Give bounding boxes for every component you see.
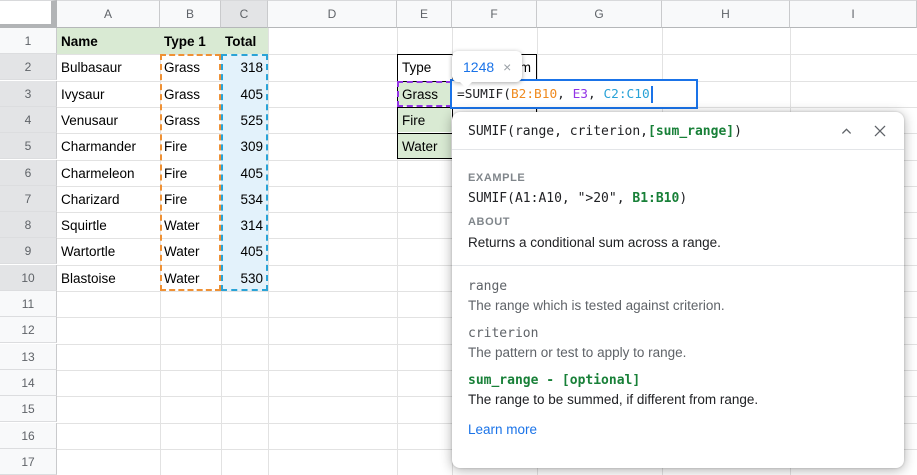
param-name: criterion bbox=[468, 326, 888, 341]
cell-E2[interactable]: Type bbox=[398, 55, 451, 79]
row-header-9[interactable]: 9 bbox=[0, 238, 57, 264]
cell-A5[interactable]: Charmander bbox=[57, 133, 160, 159]
cell-A1[interactable]: Name bbox=[57, 28, 160, 54]
about-text: Returns a conditional sum across a range… bbox=[468, 235, 888, 250]
param-criterion: criterion The pattern or test to apply t… bbox=[468, 326, 888, 360]
signature-optional-arg: [sum_range] bbox=[648, 124, 734, 139]
cell-A7[interactable]: Charizard bbox=[57, 186, 160, 212]
row-header-15[interactable]: 15 bbox=[0, 396, 57, 422]
row-header-3[interactable]: 3 bbox=[0, 81, 57, 107]
param-sum-range: sum_range - [optional] The range to be s… bbox=[468, 373, 888, 407]
cell-C1[interactable]: Total bbox=[221, 28, 268, 54]
cell-E5[interactable]: Water bbox=[398, 134, 451, 158]
sum-range-outline-C2-C10 bbox=[221, 54, 268, 291]
collapse-button[interactable] bbox=[839, 124, 854, 139]
column-header-F[interactable]: F bbox=[452, 0, 537, 28]
formula-editor[interactable]: =SUMIF(B2:B10, E3, C2:C10 bbox=[450, 79, 698, 109]
criteria-range-outline-B2-B10 bbox=[160, 54, 221, 291]
column-header-A[interactable]: A bbox=[57, 0, 160, 28]
function-help-popup: SUMIF(range, criterion, [sum_range]) EXA… bbox=[452, 112, 904, 468]
column-header-B[interactable]: B bbox=[160, 0, 221, 28]
row-header-14[interactable]: 14 bbox=[0, 370, 57, 396]
row-header-16[interactable]: 16 bbox=[0, 423, 57, 449]
chevron-up-icon bbox=[839, 124, 854, 139]
formula-segment: , bbox=[588, 87, 603, 102]
example-highlight: B1:B10 bbox=[632, 191, 679, 206]
row-header-4[interactable]: 4 bbox=[0, 107, 57, 133]
cell-A9[interactable]: Wartortle bbox=[57, 238, 160, 264]
cell-A3[interactable]: Ivysaur bbox=[57, 81, 160, 107]
cell-A2[interactable]: Bulbasaur bbox=[57, 54, 160, 80]
param-desc: The pattern or test to apply to range. bbox=[468, 345, 888, 360]
row-header-12[interactable]: 12 bbox=[0, 317, 57, 343]
row-header-6[interactable]: 6 bbox=[0, 160, 57, 186]
row-header-5[interactable]: 5 bbox=[0, 133, 57, 159]
row-header-7[interactable]: 7 bbox=[0, 186, 57, 212]
column-header-D[interactable]: D bbox=[268, 0, 397, 28]
column-header-C[interactable]: C bbox=[221, 0, 268, 28]
row-header-17[interactable]: 17 bbox=[0, 449, 57, 475]
formula-segment: , bbox=[557, 87, 572, 102]
formula-result-tooltip: 1248 × bbox=[452, 51, 522, 82]
param-name: sum_range - [optional] bbox=[468, 373, 888, 388]
cell-A6[interactable]: Charmeleon bbox=[57, 160, 160, 186]
param-desc: The range which is tested against criter… bbox=[468, 298, 888, 313]
close-icon bbox=[872, 123, 888, 139]
column-header-G[interactable]: G bbox=[537, 0, 662, 28]
function-signature: SUMIF(range, criterion, [sum_range]) bbox=[452, 112, 904, 150]
gridline-vertical bbox=[268, 28, 269, 475]
spreadsheet: ABCDEFGHI1234567891011121314151617NameTy… bbox=[0, 0, 917, 475]
formula-segment: E3 bbox=[573, 87, 588, 102]
close-button[interactable] bbox=[872, 123, 888, 139]
param-name: range bbox=[468, 279, 888, 294]
formula-segment: C2:C10 bbox=[603, 87, 649, 102]
row-header-13[interactable]: 13 bbox=[0, 344, 57, 370]
cell-E4[interactable]: Fire bbox=[398, 108, 451, 132]
example-label: EXAMPLE bbox=[468, 172, 888, 184]
formula-segment: B2:B10 bbox=[511, 87, 557, 102]
row-header-2[interactable]: 2 bbox=[0, 54, 57, 80]
cell-A4[interactable]: Venusaur bbox=[57, 107, 160, 133]
learn-more-link[interactable]: Learn more bbox=[468, 422, 537, 437]
popup-divider bbox=[452, 265, 904, 266]
about-label: ABOUT bbox=[468, 216, 888, 228]
criterion-cell-outline-E3 bbox=[397, 81, 452, 107]
row-header-1[interactable]: 1 bbox=[0, 28, 57, 54]
column-header-H[interactable]: H bbox=[662, 0, 790, 28]
tooltip-close-icon[interactable]: × bbox=[503, 59, 511, 75]
example-suffix: ) bbox=[679, 191, 687, 206]
cell-A8[interactable]: Squirtle bbox=[57, 212, 160, 238]
select-all-corner[interactable] bbox=[0, 0, 57, 28]
column-header-I[interactable]: I bbox=[790, 0, 917, 28]
param-desc: The range to be summed, if different fro… bbox=[468, 392, 888, 407]
column-header-E[interactable]: E bbox=[397, 0, 452, 28]
param-range: range The range which is tested against … bbox=[468, 279, 888, 313]
row-header-11[interactable]: 11 bbox=[0, 291, 57, 317]
example-prefix: SUMIF(A1:A10, ">20", bbox=[468, 191, 632, 206]
row-header-10[interactable]: 10 bbox=[0, 265, 57, 291]
example-code: SUMIF(A1:A10, ">20", B1:B10) bbox=[468, 191, 888, 206]
text-cursor bbox=[651, 86, 653, 103]
cell-B1[interactable]: Type 1 bbox=[160, 28, 221, 54]
row-header-8[interactable]: 8 bbox=[0, 212, 57, 238]
formula-result-value: 1248 bbox=[463, 59, 494, 75]
signature-suffix: ) bbox=[734, 124, 742, 139]
signature-prefix: SUMIF(range, criterion, bbox=[468, 124, 648, 139]
cell-A10[interactable]: Blastoise bbox=[57, 265, 160, 291]
